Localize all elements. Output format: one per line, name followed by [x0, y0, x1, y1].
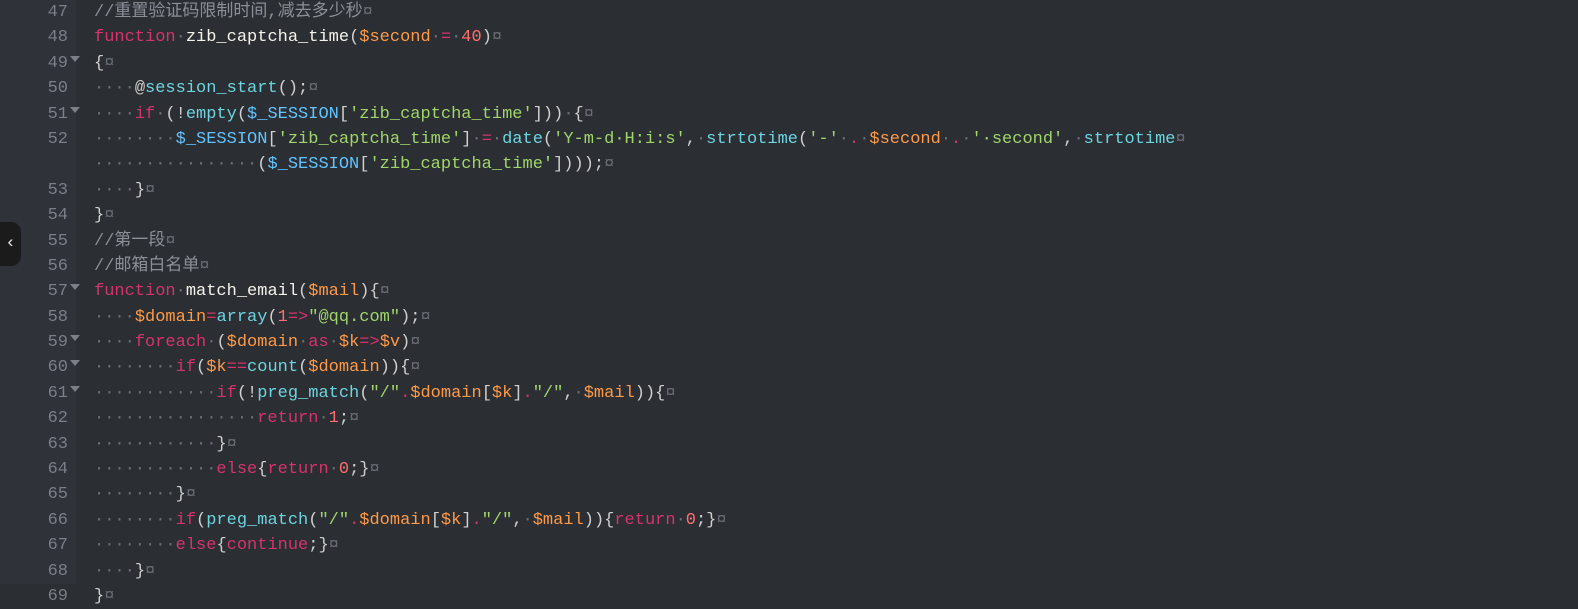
line-number[interactable]: 63	[0, 432, 68, 457]
code-line[interactable]: ········if(preg_match("/".$domain[$k]."/…	[94, 508, 1186, 533]
line-number[interactable]: 49	[0, 51, 68, 76]
line-number[interactable]: 47	[0, 0, 68, 25]
fold-toggle-icon[interactable]	[70, 386, 80, 392]
code-line[interactable]: ····}¤	[94, 559, 1186, 584]
line-number[interactable]: 60	[0, 355, 68, 380]
code-area[interactable]: //重置验证码限制时间,减去多少秒¤function·zib_captcha_t…	[76, 0, 1186, 584]
line-number[interactable]: 62	[0, 406, 68, 431]
collapse-sidebar-handle[interactable]: ‹	[0, 222, 21, 266]
fold-toggle-icon[interactable]	[70, 360, 80, 366]
code-line[interactable]: ····foreach·($domain·as·$k=>$v)¤	[94, 330, 1186, 355]
line-number[interactable]: 53	[0, 178, 68, 203]
code-line[interactable]: ········if($k==count($domain)){¤	[94, 355, 1186, 380]
code-line[interactable]: ····@session_start();¤	[94, 76, 1186, 101]
line-number[interactable]: 64	[0, 457, 68, 482]
line-number[interactable]: 65	[0, 482, 68, 507]
line-number[interactable]: 61	[0, 381, 68, 406]
fold-toggle-icon[interactable]	[70, 335, 80, 341]
code-line[interactable]: ····}¤	[94, 178, 1186, 203]
code-line[interactable]: //重置验证码限制时间,减去多少秒¤	[94, 0, 1186, 25]
fold-toggle-icon[interactable]	[70, 107, 80, 113]
line-number[interactable]: 50	[0, 76, 68, 101]
code-line[interactable]: ········$_SESSION['zib_captcha_time']·=·…	[94, 127, 1186, 152]
code-line[interactable]: //第一段¤	[94, 229, 1186, 254]
fold-toggle-icon[interactable]	[70, 284, 80, 290]
code-line[interactable]: ····if·(!empty($_SESSION['zib_captcha_ti…	[94, 102, 1186, 127]
line-number-gutter[interactable]: 4748495051525354555657585960616263646566…	[0, 0, 76, 584]
code-line[interactable]: {¤	[94, 51, 1186, 76]
line-number[interactable]: 69	[0, 584, 68, 609]
code-line[interactable]: }¤	[94, 584, 1186, 609]
line-number[interactable]: 51	[0, 102, 68, 127]
line-number[interactable]: 68	[0, 559, 68, 584]
code-line[interactable]: ············if(!preg_match("/".$domain[$…	[94, 381, 1186, 406]
code-editor: ‹ 47484950515253545556575859606162636465…	[0, 0, 1578, 584]
code-line[interactable]: //邮箱白名单¤	[94, 254, 1186, 279]
code-line[interactable]: function·match_email($mail){¤	[94, 279, 1186, 304]
code-line[interactable]: ················return·1;¤	[94, 406, 1186, 431]
line-number[interactable]: 48	[0, 25, 68, 50]
code-line[interactable]: ····$domain=array(1=>"@qq.com");¤	[94, 305, 1186, 330]
code-line[interactable]: ········}¤	[94, 482, 1186, 507]
code-line[interactable]: ············else{return·0;}¤	[94, 457, 1186, 482]
code-line[interactable]: function·zib_captcha_time($second·=·40)¤	[94, 25, 1186, 50]
code-line[interactable]: ········else{continue;}¤	[94, 533, 1186, 558]
line-number[interactable]: 59	[0, 330, 68, 355]
line-number[interactable]: 58	[0, 305, 68, 330]
line-number[interactable]: 66	[0, 508, 68, 533]
line-number[interactable]: 52	[0, 127, 68, 152]
line-number-continuation	[0, 152, 68, 177]
line-number[interactable]: 67	[0, 533, 68, 558]
code-line[interactable]: ················($_SESSION['zib_captcha_…	[94, 152, 1186, 177]
code-line[interactable]: ············}¤	[94, 432, 1186, 457]
fold-toggle-icon[interactable]	[70, 56, 80, 62]
chevron-left-icon: ‹	[5, 231, 15, 256]
line-number[interactable]: 57	[0, 279, 68, 304]
code-line[interactable]: }¤	[94, 203, 1186, 228]
